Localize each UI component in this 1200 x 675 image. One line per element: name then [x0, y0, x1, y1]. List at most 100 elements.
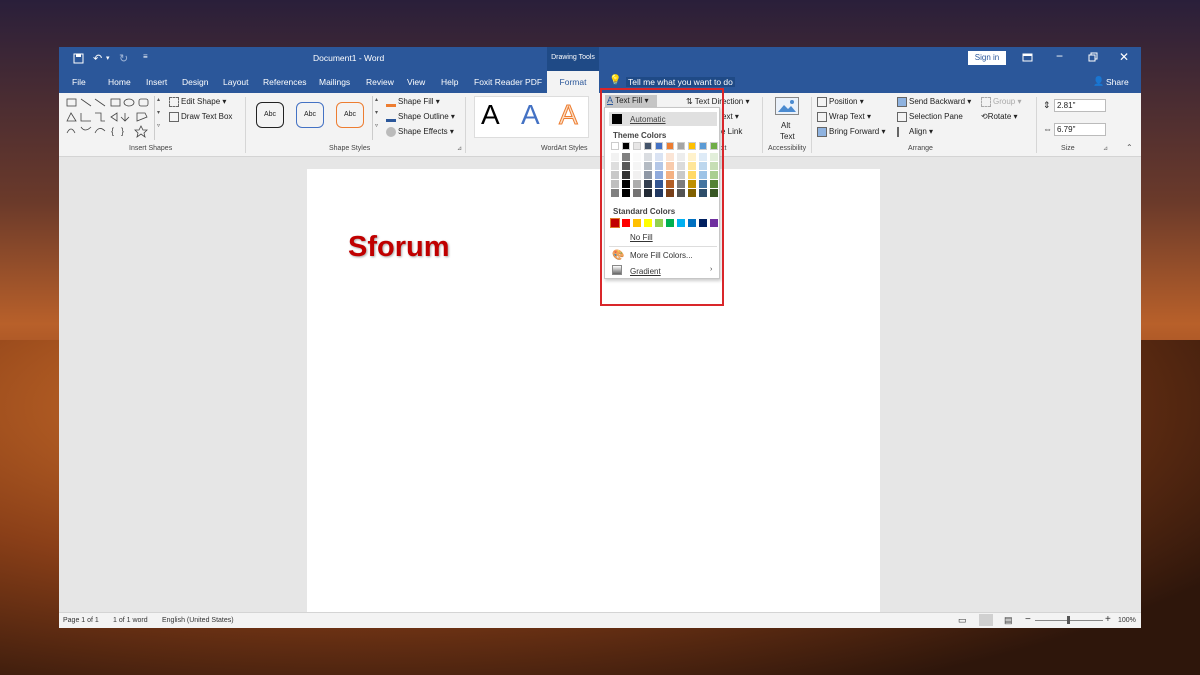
shape-effects-button[interactable]: Shape Effects ▾ [386, 127, 454, 137]
paint-bucket-icon [386, 97, 396, 107]
status-bar: Page 1 of 1 1 of 1 word English (United … [59, 612, 1141, 628]
position-label: Position [829, 97, 858, 107]
print-layout-icon[interactable] [979, 614, 993, 626]
edit-shape-label: Edit Shape [181, 97, 221, 107]
group-label-wordart-styles: WordArt Styles [541, 145, 588, 152]
tab-references[interactable]: References [263, 77, 306, 87]
word-count[interactable]: 1 of 1 word [113, 617, 148, 624]
group-label-accessibility: Accessibility [768, 145, 807, 152]
send-backward-icon [897, 97, 907, 107]
zoom-out-icon[interactable]: − [1025, 614, 1031, 625]
rotate-button[interactable]: ⟲Rotate ▾ [981, 112, 1018, 121]
customize-qat-icon[interactable]: ≡ [143, 52, 148, 61]
shape-style-preset-3[interactable]: Abc [336, 102, 364, 128]
close-icon[interactable]: ✕ [1119, 50, 1129, 64]
tab-format[interactable]: Format [547, 71, 599, 93]
dialog-launcher-icon[interactable]: ⊿ [457, 145, 462, 152]
group-label-shape-styles: Shape Styles [329, 145, 371, 152]
separator [465, 97, 466, 153]
shapes-gallery-scroll[interactable]: ▴ ▾ ▿ [154, 96, 162, 140]
wordart-style-black[interactable]: A [481, 99, 500, 131]
selection-pane-button[interactable]: Selection Pane [897, 112, 963, 122]
shape-style-preset-1[interactable]: Abc [256, 102, 284, 128]
draw-text-box-label: Draw Text Box [181, 112, 233, 122]
tab-foxit[interactable]: Foxit Reader PDF [474, 77, 542, 87]
wordart-text[interactable]: Sforum [348, 231, 450, 264]
shape-styles-scroll[interactable]: ▴ ▾ ▿ [372, 96, 380, 140]
share-button[interactable]: Share [1106, 77, 1129, 87]
pencil-icon [386, 112, 396, 122]
page-count[interactable]: Page 1 of 1 [63, 617, 99, 624]
title-bar: ↶ ▾ ↻ ≡ Document1 - Word Drawing Tools S… [59, 47, 1141, 71]
rotate-icon: ⟲ [981, 112, 988, 121]
zoom-level[interactable]: 100% [1118, 617, 1136, 624]
selection-pane-label: Selection Pane [909, 112, 963, 122]
word-window: ↶ ▾ ↻ ≡ Document1 - Word Drawing Tools S… [59, 47, 1141, 628]
align-label: Align [909, 127, 927, 137]
ribbon-display-icon[interactable] [1022, 52, 1033, 65]
collapse-ribbon-icon[interactable]: ⌃ [1126, 143, 1133, 152]
undo-icon[interactable]: ↶ [93, 52, 102, 65]
alt-text-icon[interactable] [775, 97, 799, 115]
document-page[interactable]: Sforum [307, 169, 880, 617]
shape-outline-button[interactable]: Shape Outline ▾ [386, 112, 455, 122]
text-box-icon [169, 112, 179, 122]
tab-layout[interactable]: Layout [223, 77, 249, 87]
wrap-text-label: Wrap Text [829, 112, 865, 122]
wordart-style-blue[interactable]: A [521, 99, 540, 131]
shape-width-input[interactable]: 6.79" [1054, 123, 1106, 136]
drawing-tools-context: Drawing Tools [547, 47, 599, 71]
wrap-text-icon [817, 112, 827, 122]
align-text-button[interactable]: ext ▾ [722, 112, 739, 121]
redo-icon[interactable]: ↻ [119, 52, 128, 65]
alt-text-label-2[interactable]: Text [780, 132, 795, 141]
tab-insert[interactable]: Insert [146, 77, 167, 87]
group-icon [981, 97, 991, 107]
size-dialog-launcher-icon[interactable]: ⊿ [1103, 145, 1108, 152]
language-status[interactable]: English (United States) [162, 617, 234, 624]
send-backward-button[interactable]: Send Backward ▾ [897, 97, 971, 107]
group-label: Group [993, 97, 1016, 107]
edit-shape-button[interactable]: Edit Shape ▾ [169, 97, 226, 107]
create-link-button[interactable]: e Link [721, 127, 742, 136]
save-icon[interactable] [73, 53, 84, 66]
separator [762, 97, 763, 153]
wrap-text-button[interactable]: Wrap Text ▾ [817, 112, 871, 122]
restore-icon[interactable] [1088, 52, 1098, 64]
shapes-gallery[interactable]: {} [65, 97, 165, 141]
draw-text-box-button[interactable]: Draw Text Box [169, 112, 232, 122]
position-button[interactable]: Position ▾ [817, 97, 864, 107]
position-icon [817, 97, 827, 107]
tab-design[interactable]: Design [182, 77, 208, 87]
tab-file[interactable]: File [72, 77, 86, 87]
undo-dropdown-icon[interactable]: ▾ [106, 54, 110, 62]
shape-style-preset-2[interactable]: Abc [296, 102, 324, 128]
group-button[interactable]: Group ▾ [981, 97, 1021, 107]
wordart-style-orange[interactable]: A [559, 99, 579, 131]
shape-fill-button[interactable]: Shape Fill ▾ [386, 97, 440, 107]
tab-mailings[interactable]: Mailings [319, 77, 350, 87]
tab-view[interactable]: View [407, 77, 425, 87]
shape-height-input[interactable]: 2.81" [1054, 99, 1106, 112]
alt-text-label-1[interactable]: Alt [781, 121, 790, 130]
tell-me-search[interactable]: Tell me what you want to do [626, 77, 735, 87]
group-label-insert-shapes: Insert Shapes [129, 145, 173, 152]
share-icon[interactable]: 👤 [1093, 76, 1104, 87]
bring-forward-icon [817, 127, 827, 137]
sign-in-button[interactable]: Sign in [968, 51, 1006, 65]
zoom-slider-thumb[interactable] [1067, 616, 1070, 624]
web-layout-icon[interactable]: ▤ [1004, 615, 1013, 626]
tab-home[interactable]: Home [108, 77, 131, 87]
shape-effects-icon [386, 127, 396, 137]
lightbulb-icon: 💡 [609, 75, 622, 86]
read-mode-icon[interactable]: ▭ [958, 615, 967, 626]
svg-text:}: } [121, 126, 124, 136]
tab-help[interactable]: Help [441, 77, 458, 87]
bring-forward-button[interactable]: Bring Forward ▾ [817, 127, 886, 137]
svg-text:{: { [111, 126, 114, 136]
align-button[interactable]: Align ▾ [897, 127, 933, 137]
minimize-icon[interactable]: − [1056, 49, 1063, 63]
align-icon [897, 127, 907, 137]
zoom-in-icon[interactable]: + [1105, 614, 1111, 625]
tab-review[interactable]: Review [366, 77, 394, 87]
